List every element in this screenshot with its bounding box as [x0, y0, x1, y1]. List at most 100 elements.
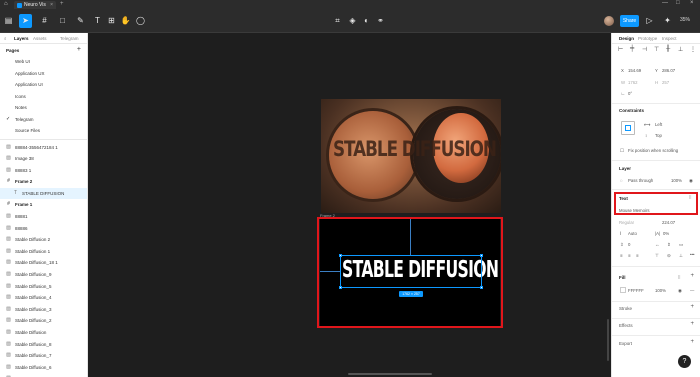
page-item[interactable]: Notes	[0, 102, 87, 114]
align-bottom-icon[interactable]: ⊥	[678, 46, 683, 53]
new-tab-button[interactable]: +	[60, 1, 64, 7]
blend-mode-select[interactable]: Pass through	[628, 178, 653, 183]
fill-hex-input[interactable]: FFFFFF	[628, 288, 644, 293]
y-input[interactable]: 286.07	[662, 68, 675, 73]
rotation-input[interactable]: 0°	[628, 91, 632, 96]
page-item[interactable]: Icons	[0, 91, 87, 103]
letter-spacing-input[interactable]: 0%	[663, 231, 669, 236]
search-icon[interactable]: ⌕	[4, 36, 7, 41]
paragraph-spacing-input[interactable]: 0	[628, 242, 630, 247]
fill-visibility-icon[interactable]: ◉	[678, 288, 682, 294]
h-input[interactable]: 257	[662, 80, 669, 85]
layer-row[interactable]: ▨ Stable Diffusion 2	[0, 234, 87, 246]
layer-row[interactable]: ▨ Stable Diffusion 1	[0, 246, 87, 258]
add-export-button[interactable]: +	[690, 339, 694, 345]
generated-image[interactable]: STABLE DIFFUSION	[321, 99, 501, 213]
layer-row[interactable]: ▨ 88884-3556472184 1	[0, 142, 87, 154]
page-item[interactable]: Source Files	[0, 125, 87, 137]
add-page-button[interactable]: +	[77, 46, 81, 53]
text-align-left-icon[interactable]: ≡	[620, 253, 623, 258]
fixed-size-icon[interactable]: ▭	[679, 242, 683, 248]
page-item[interactable]: Application UX	[0, 68, 87, 80]
align-middle-icon[interactable]: ╫	[666, 46, 670, 52]
maximize-icon[interactable]: □	[676, 0, 680, 6]
text-tool-icon[interactable]: T	[91, 14, 104, 28]
vertical-scrollbar[interactable]	[607, 319, 609, 361]
line-height-input[interactable]: Auto	[628, 231, 637, 236]
constraint-vertical-select[interactable]: Top	[655, 133, 662, 138]
tab-prototype[interactable]: Prototype	[638, 36, 657, 41]
present-icon[interactable]: ▷	[643, 14, 656, 28]
comment-tool-icon[interactable]: ◯	[134, 14, 147, 28]
layer-row[interactable]: ▨ 88883 1	[0, 165, 87, 177]
canvas[interactable]: STABLE DIFFUSION Frame 2 STABLE DIFFUSIO…	[88, 33, 611, 377]
tab-assets[interactable]: Assets	[33, 36, 47, 41]
tab-design[interactable]: Design	[619, 36, 634, 41]
page-item[interactable]: Web UI	[0, 56, 87, 68]
horizontal-scrollbar[interactable]	[348, 373, 432, 375]
layer-row[interactable]: ▨ Stable Diffusion_6	[0, 362, 87, 374]
contrast-icon[interactable]: ◐	[360, 14, 373, 28]
add-effect-button[interactable]: +	[690, 321, 694, 327]
layer-row[interactable]: ▨ 88881	[0, 211, 87, 223]
more-options-icon[interactable]: •••	[690, 252, 695, 257]
component-icon[interactable]: ◈	[346, 14, 359, 28]
align-left-icon[interactable]: ⊢	[618, 46, 623, 53]
figma-home-icon[interactable]: ⌂	[4, 1, 8, 7]
document-tab[interactable]: Neuro Vis ×	[14, 1, 56, 9]
shape-tool-icon[interactable]: □	[56, 14, 69, 28]
layer-row[interactable]: ▨ Stable Diffusion_18 1	[0, 257, 87, 269]
tab-layers[interactable]: Layers	[14, 36, 29, 41]
layer-row[interactable]: ▨ Stable Diffusion_3	[0, 304, 87, 316]
align-center-h-icon[interactable]: ╪	[630, 46, 634, 52]
page-item[interactable]: ✓ Telegram	[0, 114, 87, 126]
close-window-icon[interactable]: ×	[690, 0, 694, 6]
fill-color-swatch[interactable]	[620, 287, 626, 293]
remove-fill-icon[interactable]: —	[690, 288, 694, 293]
fill-styles-icon[interactable]: ⁞⁞	[678, 275, 680, 280]
page-item[interactable]: Application UI	[0, 79, 87, 91]
layer-row[interactable]: ▨Image 36	[0, 373, 87, 377]
font-size-input[interactable]: 224.07	[662, 220, 675, 225]
layer-row[interactable]: ▨ Image 38	[0, 153, 87, 165]
share-button[interactable]: Share	[620, 15, 639, 27]
crop-icon[interactable]: ⌗	[331, 14, 344, 28]
auto-height-icon[interactable]: ⇕	[667, 242, 671, 248]
layer-row[interactable]: ▨ 88886	[0, 223, 87, 235]
zoom-level[interactable]: 35%	[680, 17, 690, 23]
hand-tool-icon[interactable]: ✋	[119, 14, 132, 28]
constraint-horizontal-select[interactable]: Left	[655, 122, 662, 127]
tab-inspect[interactable]: Inspect	[662, 36, 677, 41]
layer-row[interactable]: ▨ Stable Diffusion_4	[0, 292, 87, 304]
close-tab-icon[interactable]: ×	[50, 2, 53, 8]
text-align-right-icon[interactable]: ≡	[636, 253, 639, 258]
fill-opacity-input[interactable]: 100%	[655, 288, 666, 293]
tab-telegram[interactable]: Telegram	[60, 36, 79, 41]
pen-tool-icon[interactable]: ✎	[74, 14, 87, 28]
constraints-center[interactable]	[625, 125, 631, 131]
layer-row[interactable]: ▨ Stable Diffusion	[0, 327, 87, 339]
layer-row[interactable]: ▨ Stable Diffusion_9	[0, 269, 87, 281]
align-right-icon[interactable]: ⊣	[642, 46, 647, 53]
main-menu-icon[interactable]: ▤	[2, 14, 15, 28]
fix-position-checkbox[interactable]: ☐	[620, 148, 624, 154]
layer-row[interactable]: ▨ Stable Diffusion_2	[0, 315, 87, 327]
align-top-icon[interactable]: ⊤	[654, 46, 659, 53]
avatar[interactable]	[604, 16, 614, 26]
visibility-icon[interactable]: ◉	[689, 178, 693, 184]
layer-row[interactable]: # Frame 1	[0, 199, 87, 211]
constraints-widget[interactable]	[621, 121, 635, 135]
help-button[interactable]: ?	[678, 355, 691, 368]
text-align-center-icon[interactable]: ≡	[628, 253, 631, 258]
resource-tool-icon[interactable]: ⊞	[105, 14, 118, 28]
layer-row[interactable]: ▨ Stable Diffusion_5	[0, 281, 87, 293]
w-input[interactable]: 1762	[628, 80, 638, 85]
ai-icon[interactable]: ✦	[661, 14, 674, 28]
distribute-icon[interactable]: ⋮	[690, 46, 696, 53]
x-input[interactable]: 154.69	[628, 68, 641, 73]
align-middle-text-icon[interactable]: ⊝	[667, 253, 671, 259]
align-bottom-text-icon[interactable]: ⊥	[679, 253, 683, 259]
add-stroke-button[interactable]: +	[690, 304, 694, 310]
layer-row[interactable]: T STABLE DIFFUSION	[0, 187, 87, 200]
link-icon[interactable]: ⚭	[374, 14, 387, 28]
